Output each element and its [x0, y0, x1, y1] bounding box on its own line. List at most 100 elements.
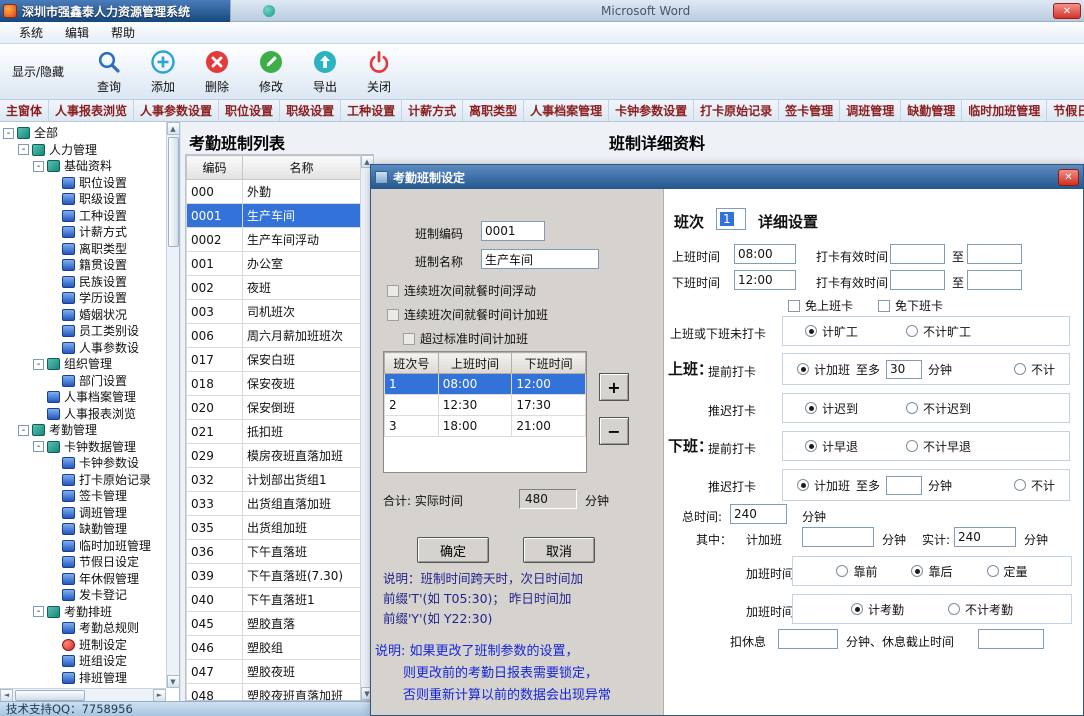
tree-item[interactable]: 人事档案管理 [0, 389, 166, 406]
tree-item[interactable]: 签卡管理 [0, 488, 166, 505]
tree-collapse-icon[interactable]: - [33, 606, 44, 617]
tree-item[interactable]: 班制设定 [0, 637, 166, 654]
tree-item[interactable]: 人事报表浏览 [0, 406, 166, 423]
shift-code-input[interactable] [481, 221, 545, 241]
tab-1[interactable]: 人事报表浏览 [49, 100, 134, 121]
radio-option[interactable]: 靠后 [911, 563, 952, 580]
tab-7[interactable]: 离职类型 [463, 100, 524, 121]
tab-5[interactable]: 工种设置 [341, 100, 402, 121]
valid-off-to-input[interactable] [967, 270, 1022, 290]
tab-15[interactable]: 节假日设定 [1047, 100, 1084, 121]
tree-item[interactable]: 缺勤管理 [0, 521, 166, 538]
tree-item[interactable]: 部门设置 [0, 373, 166, 390]
table-row[interactable]: 000外勤 [187, 180, 361, 204]
shift-time-row[interactable]: 108:0012:00 [385, 374, 586, 395]
on-early-max-input[interactable] [886, 360, 922, 379]
tree-item[interactable]: 排班管理 [0, 670, 166, 687]
tree-item[interactable]: 计薪方式 [0, 224, 166, 241]
valid-on-to-input[interactable] [967, 244, 1022, 264]
tab-12[interactable]: 调班管理 [840, 100, 901, 121]
tree-item[interactable]: -人力管理 [0, 142, 166, 159]
radio-option[interactable]: 计迟到 [805, 400, 858, 417]
valid-off-from-input[interactable] [890, 270, 945, 290]
tree-item[interactable]: 学历设置 [0, 290, 166, 307]
radio-option[interactable]: 计考勤 [851, 601, 904, 618]
tree-item[interactable]: 卡钟参数设 [0, 455, 166, 472]
among-overtime-input[interactable] [802, 527, 874, 547]
scroll-down-icon[interactable]: ▼ [167, 675, 180, 688]
radio-option[interactable]: 不计 [1014, 361, 1055, 378]
table-row[interactable]: 029模房夜班直落加班 [187, 444, 361, 468]
query-button[interactable]: 查询 [82, 49, 136, 95]
tree-item[interactable]: 离职类型 [0, 241, 166, 258]
table-row[interactable]: 002夜班 [187, 276, 361, 300]
radio-option[interactable]: 靠前 [836, 563, 877, 580]
table-row[interactable]: 006周六月薪加班班次 [187, 324, 361, 348]
tree-item[interactable]: 考勤总规则 [0, 620, 166, 637]
shift-time-row[interactable]: 212:3017:30 [385, 395, 586, 416]
radio-option[interactable]: 计加班 [797, 361, 850, 378]
valid-on-from-input[interactable] [890, 244, 945, 264]
tab-2[interactable]: 人事参数设置 [134, 100, 219, 121]
table-row[interactable]: 046塑胶组 [187, 636, 361, 660]
sidebar-horizontal-scrollbar[interactable]: ◄ ► [0, 688, 166, 701]
scroll-thumb[interactable] [168, 137, 179, 247]
scroll-left-icon[interactable]: ◄ [0, 689, 13, 702]
tree-item[interactable]: -考勤管理 [0, 422, 166, 439]
table-row[interactable]: 035出货组加班 [187, 516, 361, 540]
radio-option[interactable]: 计早退 [805, 438, 858, 455]
close-button[interactable]: 关闭 [352, 49, 406, 95]
skip-off-punch-checkbox[interactable]: 免下班卡 [878, 297, 943, 314]
tree-collapse-icon[interactable]: - [33, 359, 44, 370]
add-shift-button[interactable]: + [599, 373, 629, 401]
tab-11[interactable]: 签卡管理 [779, 100, 840, 121]
column-header-name[interactable]: 名称 [243, 156, 361, 180]
tree-item[interactable]: 籍贯设置 [0, 257, 166, 274]
tab-10[interactable]: 打卡原始记录 [694, 100, 779, 121]
tree-item[interactable]: 工种设置 [0, 208, 166, 225]
tree-item[interactable]: 节假日设定 [0, 554, 166, 571]
tab-4[interactable]: 职级设置 [280, 100, 341, 121]
tree-item[interactable]: -卡钟数据管理 [0, 439, 166, 456]
table-row[interactable]: 039下午直落班(7.30) [187, 564, 361, 588]
meal-time-overtime-checkbox[interactable]: 连续班次间就餐时间计加班 [387, 306, 548, 323]
background-window-titlebar[interactable]: Microsoft Word ✕ [230, 0, 1084, 22]
tree-item[interactable]: 发卡登记 [0, 587, 166, 604]
table-row[interactable]: 032计划部出货组1 [187, 468, 361, 492]
tree-collapse-icon[interactable]: - [33, 441, 44, 452]
tab-6[interactable]: 计薪方式 [402, 100, 463, 121]
table-row[interactable]: 033出货组直落加班 [187, 492, 361, 516]
column-header-shift-no[interactable]: 班次号 [385, 353, 439, 374]
skip-on-punch-checkbox[interactable]: 免上班卡 [788, 297, 853, 314]
scroll-thumb[interactable] [15, 690, 85, 701]
column-header-on-time[interactable]: 上班时间 [438, 353, 512, 374]
remove-shift-button[interactable]: − [599, 417, 629, 445]
tree-item[interactable]: 婚姻状况 [0, 307, 166, 324]
dialog-close-icon[interactable]: ✕ [1058, 169, 1079, 186]
meal-time-float-checkbox[interactable]: 连续班次间就餐时间浮动 [387, 282, 536, 299]
tree-item[interactable]: -基础资料 [0, 158, 166, 175]
off-late-max-input[interactable] [886, 476, 922, 495]
sidebar-vertical-scrollbar[interactable]: ▲ ▼ [166, 122, 179, 688]
tree-item[interactable]: 班组设定 [0, 653, 166, 670]
dialog-titlebar[interactable]: 考勤班制设定 ✕ [371, 165, 1083, 189]
table-row[interactable]: 001办公室 [187, 252, 361, 276]
tab-0[interactable]: 主窗体 [0, 100, 49, 121]
menu-item-2[interactable]: 帮助 [100, 22, 146, 43]
radio-option[interactable]: 不计考勤 [948, 601, 1013, 618]
table-row[interactable]: 017保安白班 [187, 348, 361, 372]
cancel-button[interactable]: 取消 [523, 537, 595, 563]
over-standard-overtime-checkbox[interactable]: 超过标准时间计加班 [403, 330, 528, 347]
table-row[interactable]: 020保安倒班 [187, 396, 361, 420]
tree-collapse-icon[interactable]: - [18, 425, 29, 436]
shift-name-input[interactable] [481, 249, 599, 269]
modify-button[interactable]: 修改 [244, 49, 298, 95]
radio-option[interactable]: 不计早退 [906, 438, 971, 455]
scroll-right-icon[interactable]: ► [153, 689, 166, 702]
tree-item[interactable]: 员工类别设 [0, 323, 166, 340]
tab-14[interactable]: 临时加班管理 [962, 100, 1047, 121]
table-row[interactable]: 0001生产车间 [187, 204, 361, 228]
radio-option[interactable]: 计旷工 [805, 323, 858, 340]
actual-time-input[interactable] [954, 527, 1016, 547]
table-row[interactable]: 045塑胶直落 [187, 612, 361, 636]
